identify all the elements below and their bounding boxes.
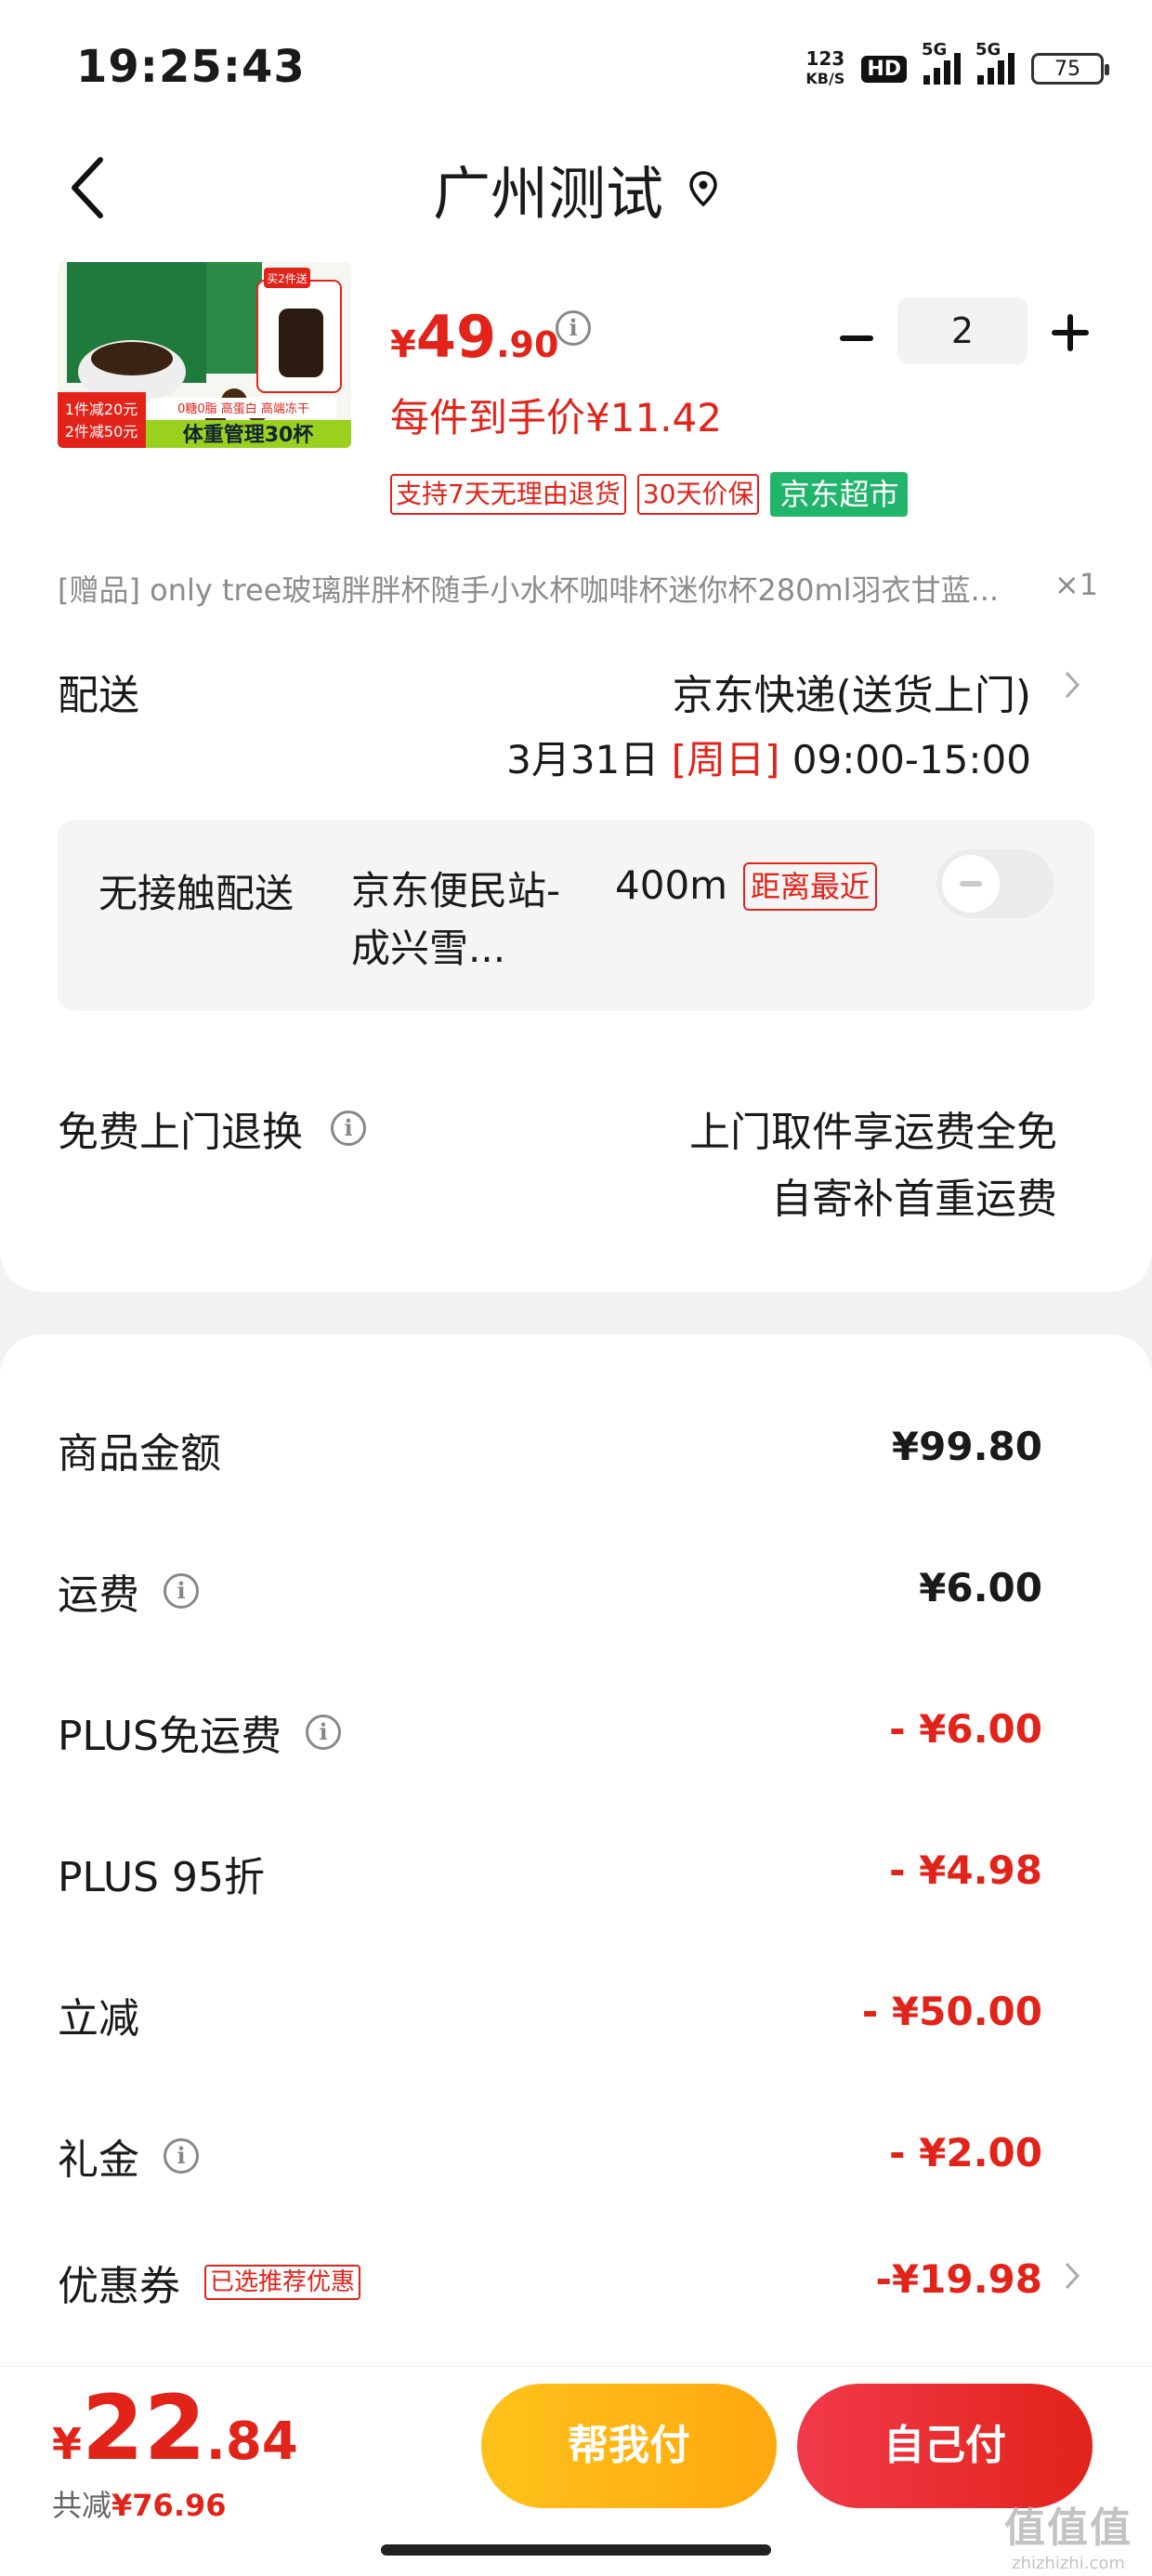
chevron-right-icon[interactable] xyxy=(1063,669,1081,701)
fee-value: ¥99.80 xyxy=(891,1424,1042,1469)
chevron-right-icon[interactable] xyxy=(1063,2260,1081,2292)
total-integer: 22 xyxy=(82,2376,206,2480)
fee-value: - ¥6.00 xyxy=(889,1706,1042,1752)
return-label: 免费上门退换 xyxy=(58,1109,303,1156)
price-decimal: .90 xyxy=(496,324,559,365)
fee-value: - ¥50.00 xyxy=(861,1989,1042,2034)
plus-shipping-info-icon[interactable]: i xyxy=(306,1715,341,1750)
tag-return-policy: 支持7天无理由退货 xyxy=(390,474,626,515)
return-line-2: 自寄补首重运费 xyxy=(771,1176,1057,1223)
watermark-url: zhizhizhi.com xyxy=(1012,2554,1125,2573)
shipping-info-icon[interactable]: i xyxy=(164,1573,199,1609)
fee-row: 运费 i ¥6.00 xyxy=(58,1561,1042,1619)
quantity-input[interactable]: 2 xyxy=(897,297,1028,364)
fee-label: PLUS 95折 xyxy=(58,1854,265,1901)
delivery-time[interactable]: 3月31日 [周日] 09:00-15:00 xyxy=(506,729,1031,785)
price-info-icon[interactable]: i xyxy=(556,310,591,346)
fee-row: 商品金额 ¥99.80 xyxy=(58,1420,1042,1478)
nav-title-container: 广州测试 xyxy=(0,147,1152,230)
tag-store: 京东超市 xyxy=(770,472,909,517)
product-image[interactable]: 买2件送 1件减20元 2件减50元 0糖0脂 高蛋白 高端冻干 体重管理30杯 xyxy=(58,262,351,448)
contactless-title: 无接触配送 xyxy=(98,871,295,916)
promo-line-2: 2件减50元 xyxy=(65,423,138,440)
total-currency: ¥ xyxy=(52,2419,83,2469)
promo-line-4: 体重管理30杯 xyxy=(183,423,314,447)
promo-gift-label: 买2件送 xyxy=(267,271,308,285)
hd-icon: HD xyxy=(861,55,907,83)
coupon-row[interactable]: 优惠券 已选推荐优惠 -¥19.98 xyxy=(58,2253,1042,2310)
delivery-weekday: [周日] xyxy=(671,737,780,782)
gift-qty: ×1 xyxy=(1054,567,1098,602)
promo-line-1: 1件减20元 xyxy=(65,401,138,418)
price-currency: ¥ xyxy=(390,323,416,366)
service-tags: 支持7天无理由退货 30天价保 京东超市 xyxy=(390,472,909,517)
delivery-label: 配送 xyxy=(58,672,139,719)
fee-label: 商品金额 xyxy=(58,1430,221,1478)
fee-label: 立减 xyxy=(58,1995,139,2043)
price-integer: 49 xyxy=(415,303,497,371)
page-title: 广州测试 xyxy=(432,160,663,228)
self-pay-button[interactable]: 自己付 xyxy=(797,2384,1093,2508)
toggle-knob xyxy=(942,855,1000,913)
return-line-1: 上门取件享运费全免 xyxy=(689,1109,1057,1156)
saved-label: 共减 xyxy=(52,2488,112,2523)
fee-card: 商品金额 ¥99.80 运费 i ¥6.00 PLUS免运费 i - ¥6.00 P… xyxy=(0,1334,1152,2366)
watermark: 值值值 zhizhizhi.com xyxy=(994,2494,1143,2573)
status-time: 19:25:43 xyxy=(76,41,306,93)
network-speed: 123 KB/S xyxy=(805,48,844,89)
fee-row: 立减 - ¥50.00 xyxy=(58,1985,1042,2043)
contactless-delivery: 无接触配送 京东便民站-成兴雪... 400m 距离最近 xyxy=(58,820,1094,1011)
delivery-date: 3月31日 xyxy=(506,737,660,782)
delivery-time-slot: 09:00-15:00 xyxy=(792,737,1031,782)
gift-row[interactable]: [赠品] only tree玻璃胖胖杯随手小水杯咖啡杯迷你杯280ml羽衣甘蓝.… xyxy=(58,567,1098,610)
status-icons: 123 KB/S HD 5G 5G 75 xyxy=(805,40,1109,89)
pickup-station[interactable]: 京东便民站-成兴雪... xyxy=(351,862,583,978)
product-price: ¥49.90 xyxy=(390,303,558,371)
fee-row: PLUS 95折 - ¥4.98 xyxy=(58,1844,1042,1901)
nav-bar: 广州测试 xyxy=(0,130,1152,251)
gift-money-info-icon[interactable]: i xyxy=(164,2138,199,2174)
fee-value: - ¥2.00 xyxy=(889,2130,1042,2175)
station-distance: 400m xyxy=(615,862,728,908)
tag-price-protect: 30天价保 xyxy=(636,474,760,515)
fee-value: ¥6.00 xyxy=(919,1565,1042,1610)
coupon-value: -¥19.98 xyxy=(875,2256,1042,2302)
total-saved: 共减¥76.96 xyxy=(52,2482,227,2525)
return-info-icon[interactable]: i xyxy=(331,1111,366,1146)
unit-price: 每件到手价¥11.42 xyxy=(390,395,722,440)
minus-icon xyxy=(840,335,873,341)
quantity-minus-button[interactable] xyxy=(831,312,883,364)
location-icon[interactable] xyxy=(687,170,719,207)
total-price: ¥22.84 xyxy=(52,2376,298,2480)
return-service: 免费上门退换 i xyxy=(58,1098,366,1158)
fee-row: 礼金 i - ¥2.00 xyxy=(58,2126,1042,2184)
saved-amount: ¥76.96 xyxy=(111,2488,227,2523)
total-decimal: .84 xyxy=(205,2412,298,2472)
promo-line-3: 0糖0脂 高蛋白 高端冻干 xyxy=(177,401,309,416)
fee-label: 运费 i xyxy=(58,1561,199,1621)
signal-icon-2: 5G xyxy=(975,40,1015,85)
network-speed-value: 123 xyxy=(805,47,845,70)
nearest-badge: 距离最近 xyxy=(743,862,878,911)
watermark-mark: 值值值 xyxy=(1004,2504,1132,2552)
coupon-label: 优惠券 已选推荐优惠 xyxy=(58,2253,361,2312)
fee-row: PLUS免运费 i - ¥6.00 xyxy=(58,1702,1042,1760)
signal-label: 5G xyxy=(922,40,948,59)
signal-icon: 5G xyxy=(922,40,961,85)
fee-value: - ¥4.98 xyxy=(889,1847,1042,1893)
signal-label-2: 5G xyxy=(975,40,1001,59)
coupon-badge: 已选推荐优惠 xyxy=(204,2265,361,2300)
fee-label: PLUS免运费 i xyxy=(58,1702,341,1762)
help-pay-button[interactable]: 帮我付 xyxy=(481,2384,777,2508)
quantity-plus-button[interactable] xyxy=(1044,307,1096,359)
gift-text: [赠品] only tree玻璃胖胖杯随手小水杯咖啡杯迷你杯280ml羽衣甘蓝.… xyxy=(58,572,1000,608)
fee-label: 礼金 i xyxy=(58,2126,199,2186)
order-card: 买2件送 1件减20元 2件减50元 0糖0脂 高蛋白 高端冻干 体重管理30杯… xyxy=(0,251,1152,1292)
delivery-method[interactable]: 京东快递(送货上门) xyxy=(673,662,1031,721)
status-bar: 19:25:43 123 KB/S HD 5G 5G 75 xyxy=(0,0,1152,130)
network-speed-unit: KB/S xyxy=(805,70,845,87)
home-indicator[interactable] xyxy=(381,2544,771,2556)
battery-icon: 75 xyxy=(1031,53,1109,85)
contactless-toggle[interactable] xyxy=(936,849,1054,918)
